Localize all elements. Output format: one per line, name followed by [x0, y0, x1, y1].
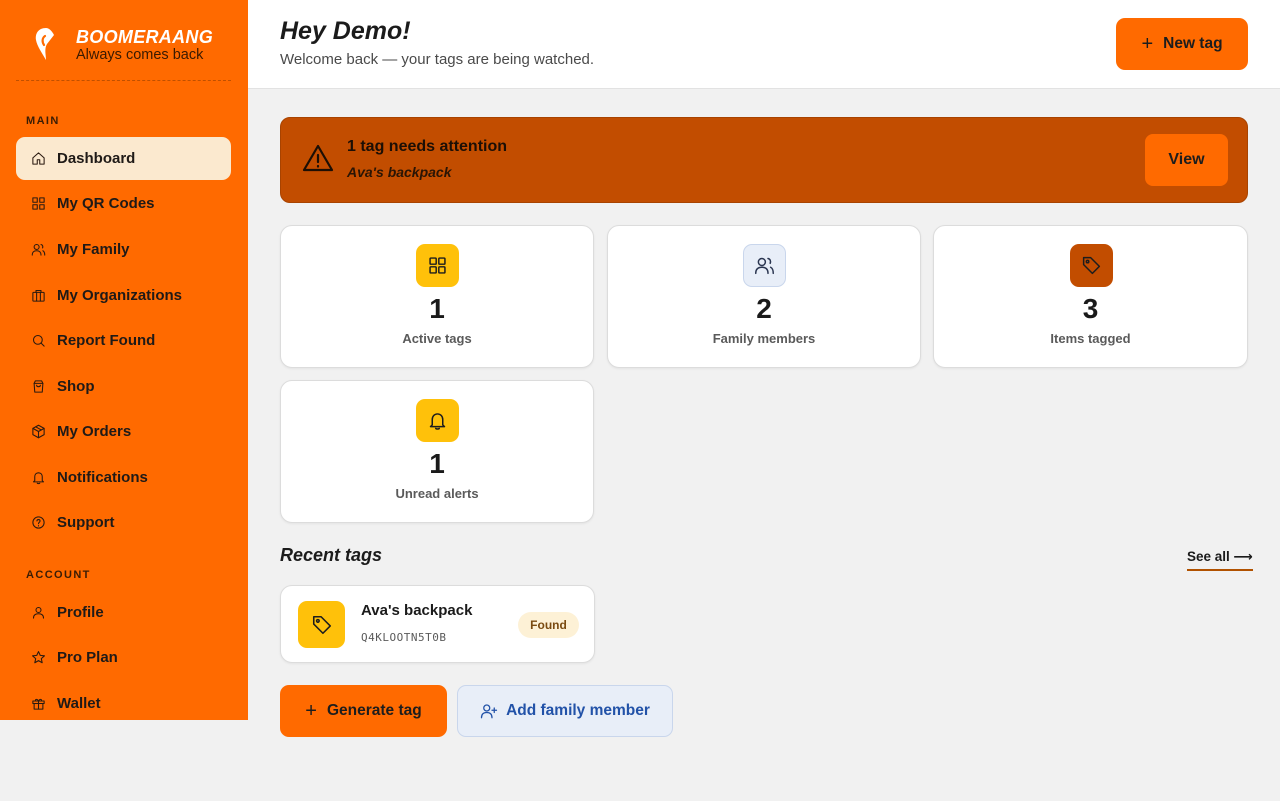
- warning-icon: [302, 144, 334, 172]
- sidebar-item-notifications[interactable]: Notifications: [16, 456, 231, 499]
- stat-card-active-tags[interactable]: 1 Active tags: [280, 225, 594, 368]
- gift-icon: [30, 696, 46, 712]
- help-circle-icon: [30, 515, 46, 531]
- sidebar-item-my-qr-codes[interactable]: My QR Codes: [16, 182, 231, 225]
- welcome-text: Welcome back — your tags are being watch…: [280, 51, 595, 68]
- sidebar-item-label: Dashboard: [57, 150, 136, 167]
- bell-icon: [30, 470, 46, 486]
- stat-value: 3: [1082, 293, 1099, 324]
- user-icon: [30, 605, 46, 621]
- sidebar-item-label: Pro Plan: [57, 649, 118, 666]
- home-icon: [30, 151, 46, 167]
- sidebar-item-shop[interactable]: Shop: [16, 365, 231, 408]
- plus-icon: +: [305, 700, 317, 722]
- users-icon: [30, 242, 46, 258]
- stat-label: Family members: [712, 331, 816, 346]
- sidebar-item-label: Wallet: [57, 695, 101, 712]
- stat-value: 1: [429, 293, 445, 324]
- star-icon: [30, 650, 46, 666]
- page-header: Hey Demo! Welcome back — your tags are b…: [248, 0, 1280, 89]
- sidebar-item-label: Report Found: [57, 332, 156, 349]
- sidebar-item-label: My Family: [57, 241, 130, 258]
- sidebar-item-profile[interactable]: Profile: [16, 591, 231, 634]
- tag-name: Ava's backpack: [361, 602, 473, 619]
- search-icon: [30, 333, 46, 349]
- sidebar-item-report-found[interactable]: Report Found: [16, 319, 231, 362]
- attention-alert: 1 tag needs attention Ava's backpack Vie…: [280, 117, 1248, 203]
- status-badge: Found: [518, 612, 579, 638]
- list-item[interactable]: Ava's backpack Q4KLOOTN5T0B Found: [280, 585, 595, 663]
- generate-tag-label: Generate tag: [326, 702, 422, 719]
- stat-value: 2: [756, 293, 772, 324]
- see-all-link[interactable]: See all ⟶: [1187, 549, 1253, 571]
- add-family-member-label: Add family member: [506, 702, 650, 719]
- grid-icon: [30, 196, 46, 212]
- tag-code: Q4KLOOTN5T0B: [361, 631, 447, 644]
- package-icon: [30, 424, 46, 440]
- section-label-account: ACCOUNT: [26, 569, 91, 581]
- new-tag-button[interactable]: + New tag: [1116, 18, 1248, 70]
- stat-label: Active tags: [402, 331, 472, 346]
- add-family-member-button[interactable]: Add family member: [457, 685, 673, 737]
- page-title: Hey Demo!: [280, 17, 411, 45]
- new-tag-label: New tag: [1163, 35, 1223, 52]
- sidebar-item-label: My QR Codes: [57, 195, 155, 212]
- brand-tagline: Always comes back: [76, 47, 204, 63]
- boomerang-logo-icon: [35, 28, 54, 60]
- recent-tags-heading: Recent tags: [280, 545, 383, 565]
- stat-card-unread-alerts[interactable]: 1 Unread alerts: [280, 380, 594, 523]
- tag-icon: [1069, 244, 1113, 287]
- alert-title: 1 tag needs attention: [347, 138, 508, 155]
- grid-icon: [416, 244, 459, 287]
- section-label-main: MAIN: [26, 115, 60, 127]
- shopping-bag-icon: [30, 379, 46, 395]
- sidebar: BOOMERAANG Always comes back MAIN Dashbo…: [0, 0, 248, 720]
- sidebar-item-label: Shop: [57, 378, 95, 395]
- sidebar-item-label: Notifications: [57, 469, 148, 486]
- user-plus-icon: [480, 704, 498, 719]
- briefcase-icon: [30, 288, 46, 304]
- stat-label: Unread alerts: [395, 486, 479, 501]
- brand-name: BOOMERAANG: [76, 27, 213, 47]
- view-alert-button[interactable]: View: [1145, 134, 1228, 186]
- plus-icon: +: [1141, 33, 1154, 55]
- alert-subtitle: Ava's backpack: [347, 164, 452, 180]
- stat-card-items-tagged[interactable]: 3 Items tagged: [933, 225, 1248, 368]
- stat-label: Items tagged: [1050, 331, 1131, 346]
- sidebar-item-support[interactable]: Support: [16, 501, 231, 544]
- sidebar-item-dashboard[interactable]: Dashboard: [16, 137, 231, 180]
- sidebar-item-label: Support: [57, 514, 115, 531]
- sidebar-item-wallet[interactable]: Wallet: [16, 682, 231, 720]
- generate-tag-button[interactable]: + Generate tag: [280, 685, 447, 737]
- stat-value: 1: [429, 448, 445, 479]
- sidebar-item-pro-plan[interactable]: Pro Plan: [16, 636, 231, 679]
- sidebar-item-my-family[interactable]: My Family: [16, 228, 231, 271]
- users-icon: [743, 244, 786, 287]
- stat-card-family-members[interactable]: 2 Family members: [607, 225, 921, 368]
- sidebar-item-my-organizations[interactable]: My Organizations: [16, 274, 231, 317]
- sidebar-item-my-orders[interactable]: My Orders: [16, 410, 231, 453]
- sidebar-item-label: My Orders: [57, 423, 132, 440]
- sidebar-item-label: My Organizations: [57, 287, 183, 304]
- brand[interactable]: BOOMERAANG Always comes back: [16, 0, 231, 81]
- bell-icon: [416, 399, 459, 442]
- tag-icon: [298, 601, 345, 648]
- sidebar-item-label: Profile: [57, 604, 104, 621]
